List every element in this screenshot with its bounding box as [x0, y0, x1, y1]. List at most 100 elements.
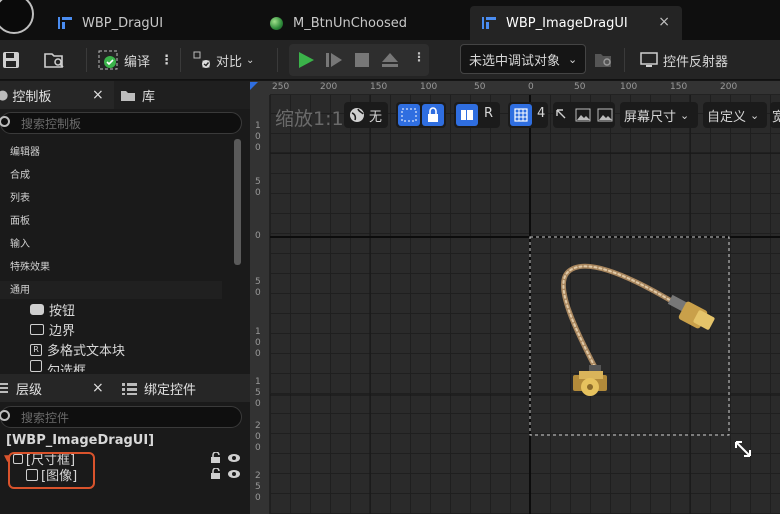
debug-browse-icon[interactable] — [594, 51, 612, 69]
view-mode-button[interactable]: 无 — [344, 102, 388, 128]
tab-label: WBP_DragUI — [82, 15, 164, 31]
palette-globe-icon: ● — [0, 87, 9, 103]
ruler-top: 250 200 150 100 50 0 50 100 150 200 — [250, 81, 780, 95]
palette-item-richtext[interactable]: R 多格式文本块 — [30, 340, 125, 359]
respect-locks-group: R — [454, 102, 500, 128]
title-tab-bar: WBP_DragUI M_BtnUnChoosed WBP_ImageDragU… — [0, 0, 780, 40]
category-special-effects[interactable]: 特殊效果 — [10, 258, 50, 273]
ruler-tick-label: 2 0 0 — [255, 421, 261, 453]
grid-snap-group: 4 — [508, 102, 548, 128]
compile-options-icon[interactable]: ⋮ — [160, 53, 173, 68]
unreal-logo-icon[interactable] — [0, 0, 34, 34]
widget-blueprint-icon — [482, 17, 496, 29]
lock-icon — [428, 107, 438, 122]
lock-icon[interactable] — [210, 468, 222, 480]
width-field[interactable]: 宽 — [770, 102, 780, 128]
library-label: 库 — [142, 89, 156, 105]
dashed-select-button[interactable] — [398, 104, 420, 126]
compile-check-icon — [98, 50, 118, 70]
hierarchy-icon — [0, 383, 8, 393]
close-palette-icon[interactable]: × — [92, 87, 104, 103]
zoom-label: 缩放1:1 — [275, 108, 344, 130]
play-options-icon[interactable]: ⋮ — [413, 50, 425, 64]
palette-item-checkbox[interactable]: 勾选框 — [30, 360, 86, 372]
chevron-down-icon: ⌄ — [680, 108, 690, 122]
main-toolbar: 编译 ⋮ 对比 ⌄ ⋮ 未选中调试对象 ⌄ 控件反射器 — [0, 40, 780, 80]
designer-canvas[interactable]: 250 200 150 100 50 0 50 100 150 200 1 0 … — [250, 81, 780, 514]
diff-button[interactable]: 对比 ⌄ — [192, 46, 254, 74]
category-list[interactable]: 列表 — [10, 189, 30, 204]
ruler-tick-label: 1 0 0 — [255, 327, 261, 359]
custom-label: 自定义 — [707, 109, 747, 125]
checkbox-widget-icon — [30, 360, 42, 372]
ruler-tick-label: 5 0 — [255, 277, 261, 298]
category-composite[interactable]: 合成 — [10, 166, 30, 181]
stop-icon[interactable] — [353, 51, 371, 69]
r-label[interactable]: R — [484, 106, 493, 121]
ruler-tick-label: 200 — [320, 82, 338, 92]
browse-button[interactable] — [44, 46, 66, 74]
grid-snap-button[interactable] — [510, 104, 532, 126]
compile-button[interactable]: 编译 ⋮ — [98, 46, 173, 74]
landscape-icon[interactable] — [575, 108, 591, 122]
ruler-tick-label: 100 — [420, 82, 438, 92]
tab-label: WBP_ImageDragUI — [506, 15, 628, 31]
lock-toggle-button[interactable] — [422, 104, 444, 126]
tab-wbp-imagedragui[interactable]: WBP_ImageDragUI × — [470, 6, 682, 40]
ruler-tick-label: 150 — [370, 82, 388, 92]
category-input[interactable]: 输入 — [10, 235, 30, 250]
grid-size-label[interactable]: 4 — [537, 106, 545, 121]
widget-reflector-button[interactable]: 控件反射器 — [640, 46, 728, 74]
palette-search-input[interactable]: 搜索控制板 — [0, 112, 242, 134]
tab-bind-widgets[interactable]: 绑定控件 — [122, 374, 196, 402]
lock-icon[interactable] — [210, 452, 222, 464]
save-button[interactable] — [2, 46, 20, 74]
play-icon[interactable] — [297, 51, 315, 69]
screen-size-dropdown[interactable]: 屏幕尺寸 ⌄ — [620, 102, 698, 128]
fill-mode-dropdown[interactable]: 自定义 ⌄ — [703, 102, 767, 128]
bind-widgets-label: 绑定控件 — [144, 382, 197, 398]
button-widget-icon — [30, 304, 44, 315]
hierarchy-search-placeholder: 搜索控件 — [21, 410, 70, 425]
ruler-tick-label: 1 5 0 — [255, 377, 261, 409]
tab-palette[interactable]: ● 控制板 × — [0, 81, 114, 109]
close-tab-icon[interactable]: × — [658, 14, 670, 30]
dashed-box-icon — [401, 108, 417, 122]
debug-target-label: 未选中调试对象 — [469, 53, 561, 69]
play-controls: ⋮ — [289, 44, 429, 76]
visibility-eye-icon[interactable] — [227, 469, 241, 479]
close-hierarchy-icon[interactable]: × — [92, 380, 104, 396]
palette-item-button[interactable]: 按钮 — [30, 300, 75, 319]
widget-blueprint-icon — [58, 17, 72, 29]
rf-cable-image[interactable] — [545, 259, 725, 399]
tab-library[interactable]: 库 — [120, 81, 155, 109]
palette-item-border[interactable]: 边界 — [30, 320, 75, 339]
root-label: [WBP_ImageDragUI] — [6, 433, 155, 448]
dpi-icon[interactable] — [597, 108, 613, 122]
eject-icon[interactable] — [381, 51, 399, 69]
view-none-label: 无 — [369, 109, 383, 125]
hierarchy-root[interactable]: [WBP_ImageDragUI] — [6, 433, 154, 448]
tab-m-btnunchoosed[interactable]: M_BtnUnChoosed — [258, 6, 464, 40]
ruler-tick-label: 50 — [474, 82, 486, 92]
resize-corner-icon[interactable] — [555, 108, 569, 122]
debug-target-dropdown[interactable]: 未选中调试对象 ⌄ — [460, 44, 586, 74]
hierarchy-title: 层级 — [16, 382, 43, 398]
category-panel[interactable]: 面板 — [10, 212, 30, 227]
hierarchy-search-input[interactable]: 搜索控件 — [0, 406, 242, 428]
visibility-eye-icon[interactable] — [227, 453, 241, 463]
step-icon[interactable] — [325, 51, 343, 69]
tab-label: M_BtnUnChoosed — [293, 15, 407, 31]
palette-scrollbar[interactable] — [234, 139, 241, 265]
ruler-left: 1 0 0 5 0 0 5 0 1 0 0 1 5 0 2 0 0 2 5 0 — [250, 81, 270, 514]
display-options-group — [553, 102, 615, 128]
tab-hierarchy[interactable]: 层级 × — [0, 374, 114, 402]
respect-locks-button[interactable] — [456, 104, 478, 126]
ruler-tick-label: 5 0 — [255, 177, 261, 198]
category-editor[interactable]: 编辑器 — [10, 143, 40, 158]
resize-handle-icon[interactable] — [734, 440, 752, 458]
diff-label: 对比 — [216, 54, 243, 70]
tab-wbp-dragui[interactable]: WBP_DragUI — [46, 6, 252, 40]
category-common[interactable]: 通用 — [0, 281, 222, 299]
widget-reflector-label: 控件反射器 — [663, 54, 729, 70]
